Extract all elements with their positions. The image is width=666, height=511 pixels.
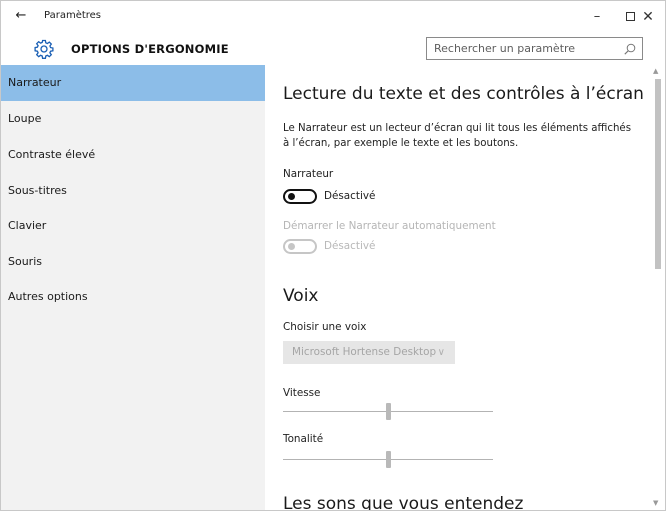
settings-header: OPTIONS D'ERGONOMIE xyxy=(1,33,665,65)
section-title-lecture: Lecture du texte et des contrôles à l’éc… xyxy=(283,84,644,104)
pitch-label: Tonalité xyxy=(283,433,324,445)
toggle-knob xyxy=(288,243,295,250)
sidebar-item-souris[interactable]: Souris xyxy=(1,244,265,280)
voice-dropdown-value: Microsoft Hortense Desktop xyxy=(292,346,437,358)
close-button[interactable]: ✕ xyxy=(632,5,664,29)
sidebar-item-loupe[interactable]: Loupe xyxy=(1,101,265,137)
narrator-toggle-state: Désactivé xyxy=(324,190,376,202)
minimize-button[interactable]: – xyxy=(581,5,613,29)
autostart-label: Démarrer le Narrateur automatiquement xyxy=(283,220,496,232)
scroll-thumb[interactable] xyxy=(655,79,661,269)
narrator-label: Narrateur xyxy=(283,168,334,180)
settings-content: Lecture du texte et des contrôles à l’éc… xyxy=(265,65,651,511)
speed-slider[interactable] xyxy=(283,401,493,421)
page-title: OPTIONS D'ERGONOMIE xyxy=(71,42,229,56)
search-icon[interactable] xyxy=(624,43,636,55)
app-title: Paramètres xyxy=(44,10,102,21)
search-input[interactable] xyxy=(426,37,643,60)
toggle-knob xyxy=(288,193,295,200)
gear-icon xyxy=(34,39,54,59)
voice-label: Choisir une voix xyxy=(283,321,367,333)
sidebar-item-clavier[interactable]: Clavier xyxy=(1,208,265,244)
slider-thumb[interactable] xyxy=(386,451,391,468)
settings-window: ← Paramètres – ✕ OPTIONS D'ERGONOMIE Nar… xyxy=(0,0,666,511)
section-title-sons: Les sons que vous entendez xyxy=(283,494,524,511)
autostart-toggle[interactable] xyxy=(283,239,317,254)
content-scrollbar[interactable]: ▲ ▼ xyxy=(651,65,665,510)
sidebar-item-autres-options[interactable]: Autres options xyxy=(1,279,265,315)
sidebar-item-narrateur[interactable]: Narrateur xyxy=(1,65,265,101)
back-arrow-icon[interactable]: ← xyxy=(13,8,29,24)
slider-thumb[interactable] xyxy=(386,403,391,420)
autostart-toggle-state: Désactivé xyxy=(324,240,376,252)
section-title-voix: Voix xyxy=(283,286,319,306)
narrator-description: Le Narrateur est un lecteur d’écran qui … xyxy=(283,123,631,149)
sidebar-item-contraste-eleve[interactable]: Contraste élevé xyxy=(1,137,265,173)
scroll-down-icon[interactable]: ▼ xyxy=(653,499,658,507)
title-bar: ← Paramètres – ✕ xyxy=(1,1,665,33)
chevron-down-icon: ∨ xyxy=(437,347,445,358)
sidebar-item-sous-titres[interactable]: Sous-titres xyxy=(1,173,265,209)
sidebar-nav: Narrateur Loupe Contraste élevé Sous-tit… xyxy=(1,65,265,510)
narrator-toggle[interactable] xyxy=(283,189,317,204)
speed-label: Vitesse xyxy=(283,387,321,399)
scroll-up-icon[interactable]: ▲ xyxy=(653,67,658,75)
voice-dropdown[interactable]: Microsoft Hortense Desktop ∨ xyxy=(283,341,455,364)
pitch-slider[interactable] xyxy=(283,449,493,469)
